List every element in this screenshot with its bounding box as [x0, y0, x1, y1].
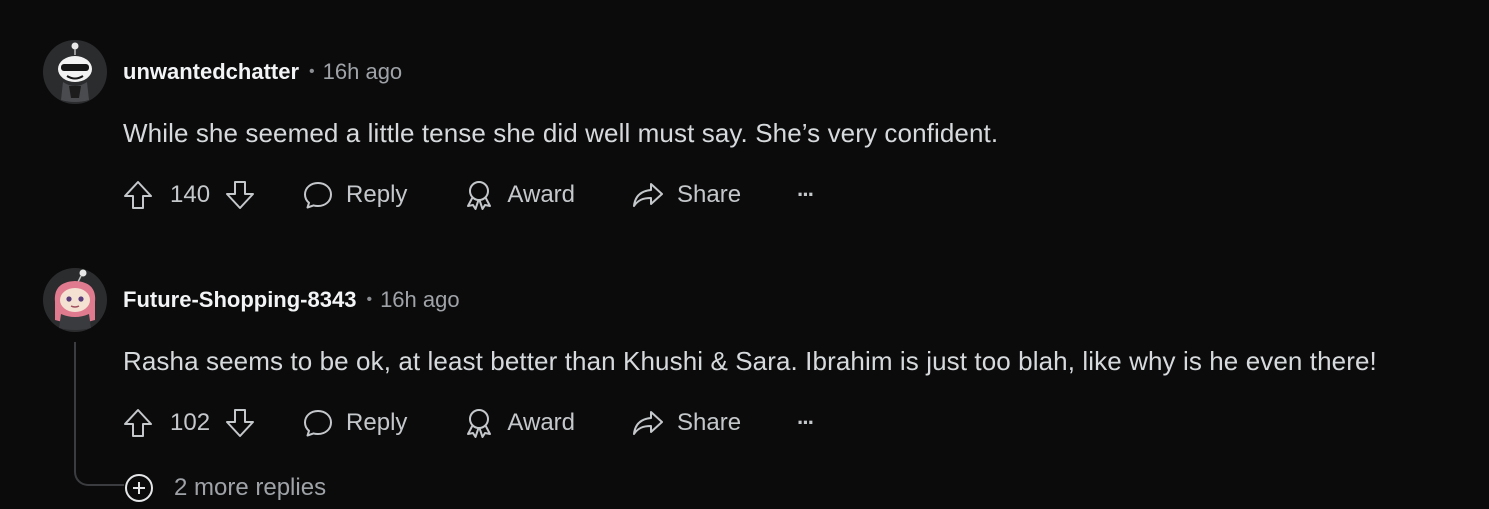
award-button[interactable]: Award [463, 179, 575, 211]
reply-button[interactable]: Reply [302, 407, 407, 439]
comment-meta: unwantedchatter • 16h ago [123, 57, 402, 87]
more-options-button[interactable]: ··· [797, 410, 815, 436]
avatar-future-shopping-8343[interactable] [43, 268, 107, 332]
share-arrow-icon [633, 411, 663, 435]
share-label: Share [677, 409, 742, 436]
more-options-icon: ··· [797, 410, 815, 435]
meta-separator: • [309, 63, 315, 80]
comment-timestamp[interactable]: 16h ago [380, 287, 460, 313]
comment-thread: unwantedchatter • 16h ago While she seem… [0, 0, 1489, 509]
meta-separator: • [366, 291, 373, 308]
speech-bubble-icon [304, 410, 333, 437]
award-ribbon-icon [467, 409, 492, 438]
avatar-unwantedchatter[interactable] [43, 40, 107, 104]
downvote-arrow-icon [226, 181, 255, 209]
speech-bubble-icon [304, 182, 333, 209]
reply-label: Reply [346, 181, 408, 208]
snoo-avatar-icon [43, 40, 107, 104]
more-options-button[interactable]: ··· [797, 182, 815, 208]
more-replies-button[interactable]: 2 more replies [124, 472, 326, 504]
vote-count: 140 [170, 181, 211, 208]
username-link[interactable]: unwantedchatter [123, 59, 299, 85]
more-replies-label: 2 more replies [174, 474, 327, 501]
downvote-arrow-icon [226, 409, 255, 437]
share-label: Share [677, 181, 742, 208]
comment-action-bar: 140 Reply Award Share ··· [122, 175, 815, 215]
vote-count: 102 [170, 409, 211, 436]
comment-meta: Future-Shopping-8343 • 16h ago [123, 285, 460, 315]
award-button[interactable]: Award [463, 407, 575, 439]
comment-body: While she seemed a little tense she did … [123, 118, 999, 148]
upvote-button[interactable] [122, 407, 154, 439]
upvote-arrow-icon [124, 409, 152, 437]
more-options-icon: ··· [797, 182, 815, 207]
share-arrow-icon [633, 183, 663, 207]
award-label: Award [507, 409, 575, 436]
comment-timestamp[interactable]: 16h ago [323, 59, 403, 85]
upvote-button[interactable] [122, 179, 154, 211]
award-label: Award [507, 181, 575, 208]
upvote-arrow-icon [124, 181, 152, 209]
reply-label: Reply [346, 409, 408, 436]
thread-connector [74, 448, 124, 486]
username-link[interactable]: Future-Shopping-8343 [123, 287, 356, 313]
share-button[interactable]: Share [631, 407, 741, 439]
downvote-button[interactable] [224, 407, 256, 439]
snoo-avatar-icon [43, 268, 107, 332]
comment-body: Rasha seems to be ok, at least better th… [123, 346, 1377, 376]
expand-plus-icon [124, 473, 154, 503]
downvote-button[interactable] [224, 179, 256, 211]
award-ribbon-icon [467, 181, 492, 210]
share-button[interactable]: Share [631, 179, 741, 211]
comment-action-bar: 102 Reply Award Share ··· [122, 403, 815, 443]
reply-button[interactable]: Reply [302, 179, 407, 211]
